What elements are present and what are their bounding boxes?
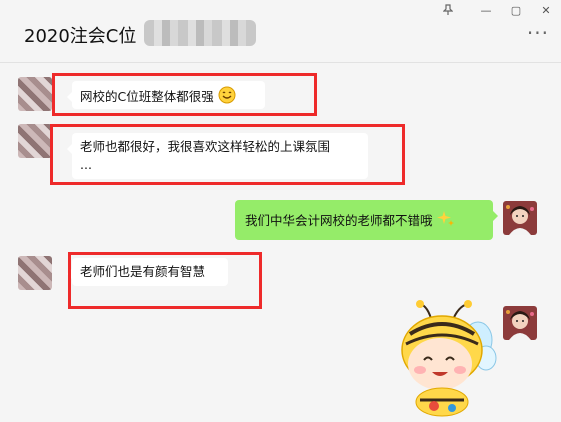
close-button[interactable]: ✕ <box>538 4 554 18</box>
message-text: 我们中华会计网校的老师都不错哦 <box>245 213 433 228</box>
highlight-box <box>52 73 317 116</box>
message-bubble-self: 我们中华会计网校的老师都不错哦 <box>235 200 498 240</box>
bee-sticker[interactable] <box>390 300 500 422</box>
maximize-button[interactable]: ▢ <box>508 4 524 18</box>
blurred-title-suffix <box>144 20 256 46</box>
avatar[interactable] <box>18 77 52 111</box>
more-options-button[interactable]: ··· <box>527 23 549 43</box>
highlight-box <box>68 252 262 309</box>
minimize-button[interactable]: — <box>478 4 494 18</box>
chat-header: — ▢ ✕ 2020注会C位 ··· <box>0 0 561 63</box>
avatar[interactable] <box>18 256 52 290</box>
chat-title: 2020注会C位 <box>24 26 137 47</box>
pin-icon[interactable] <box>440 4 456 20</box>
avatar[interactable] <box>18 124 52 158</box>
avatar-self[interactable] <box>503 201 537 235</box>
sparkles-emoji <box>436 210 455 233</box>
highlight-box <box>50 124 405 185</box>
avatar-self[interactable] <box>503 306 537 340</box>
